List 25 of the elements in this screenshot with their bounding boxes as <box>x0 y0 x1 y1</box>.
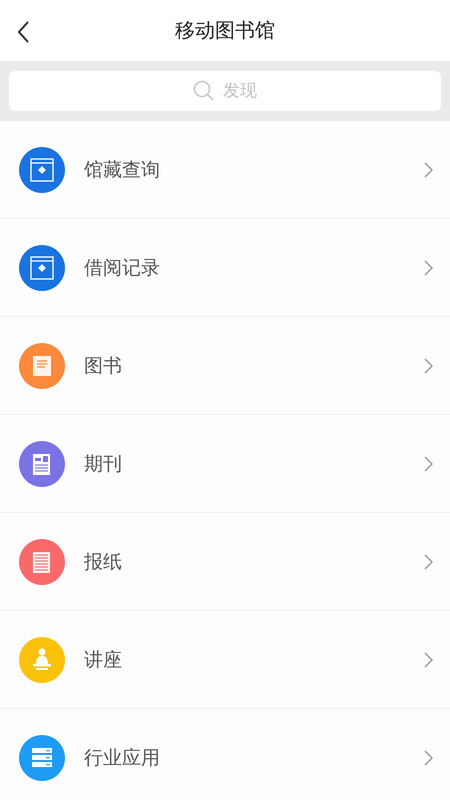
menu-label: 借阅记录 <box>84 256 161 280</box>
menu-item[interactable]: 期刊 <box>0 415 450 513</box>
back-icon <box>16 20 30 44</box>
search-icon <box>193 80 215 102</box>
chevron-right-icon <box>424 162 433 178</box>
menu-item[interactable]: 图书 <box>0 317 450 415</box>
menu-label: 报纸 <box>84 550 123 574</box>
menu-label: 行业应用 <box>84 746 161 770</box>
menu-item[interactable]: 讲座 <box>0 611 450 709</box>
chevron-right-icon <box>424 456 433 472</box>
menu-item[interactable]: 馆藏查询 <box>0 121 450 219</box>
chevron-right-icon <box>424 554 433 570</box>
menu-label: 期刊 <box>84 452 123 476</box>
menu-label: 馆藏查询 <box>84 158 161 182</box>
menu-item[interactable]: 报纸 <box>0 513 450 611</box>
menu-item[interactable]: 行业应用 <box>0 709 450 800</box>
menu-label: 图书 <box>84 354 123 378</box>
chevron-right-icon <box>424 260 433 276</box>
chevron-right-icon <box>424 358 433 374</box>
chevron-right-icon <box>424 750 433 766</box>
chevron-right-icon <box>424 652 433 668</box>
page-title: 移动图书馆 <box>175 17 275 44</box>
menu-label: 讲座 <box>84 648 123 672</box>
menu-item[interactable]: 借阅记录 <box>0 219 450 317</box>
search-field[interactable]: 发现 <box>9 71 441 111</box>
